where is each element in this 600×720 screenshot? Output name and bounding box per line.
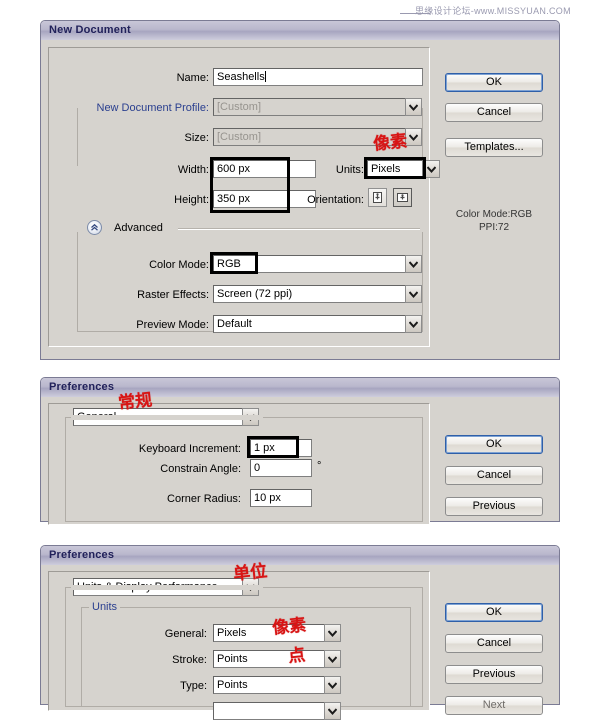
orientation-label: Orientation:: [307, 194, 364, 206]
preferences-units-title: Preferences: [49, 549, 115, 561]
raster-effects-select[interactable]: Screen (72 ppi): [213, 285, 406, 303]
units-chevron-down-icon[interactable]: [423, 160, 440, 178]
units-stroke-select[interactable]: Points: [213, 650, 325, 668]
units-general-chevron-down-icon[interactable]: [324, 624, 341, 642]
screenshot-root: 思缘设计论坛-www.MISSYUAN.COM New Document Nam…: [0, 0, 600, 720]
units-stroke-label: Stroke:: [172, 654, 207, 666]
new-document-profile-label: New Document Profile:: [96, 102, 210, 114]
annotation-points-units: 点: [287, 645, 307, 667]
annotation-general: 常规: [117, 390, 154, 414]
preferences-units-next-button[interactable]: Next: [445, 696, 543, 715]
constrain-angle-input[interactable]: 0: [250, 459, 312, 477]
units-group-title: Units: [89, 601, 121, 613]
profile-bracket-right: [422, 108, 423, 166]
group-frame-mask: [71, 415, 263, 420]
preferences-general-title: Preferences: [49, 381, 115, 393]
preferences-units-cancel-button[interactable]: Cancel: [445, 634, 543, 653]
units-next-row-select[interactable]: [213, 702, 325, 720]
corner-radius-input[interactable]: 10 px: [250, 489, 312, 507]
orientation-landscape-button[interactable]: [393, 188, 412, 207]
units-label: Units:: [335, 164, 364, 176]
portrait-page-icon: [373, 192, 382, 203]
units-type-label: Type:: [180, 680, 207, 692]
preview-mode-chevron-down-icon[interactable]: [405, 315, 422, 333]
units-type-select[interactable]: Points: [213, 676, 325, 694]
preferences-general-previous-button[interactable]: Previous: [445, 497, 543, 516]
units-select[interactable]: Pixels: [367, 160, 423, 178]
name-label: Name:: [176, 72, 209, 84]
new-document-cancel-button[interactable]: Cancel: [445, 103, 543, 122]
preferences-units-previous-button[interactable]: Previous: [445, 665, 543, 684]
orientation-portrait-button[interactable]: [368, 188, 387, 207]
new-document-templates-button[interactable]: Templates...: [445, 138, 543, 157]
height-input[interactable]: 350 px: [213, 190, 288, 208]
size-label: Size:: [184, 132, 209, 144]
annotation-pixels-units: 像素: [271, 615, 308, 639]
color-mode-select[interactable]: RGB: [213, 255, 406, 273]
advanced-separator: [178, 228, 420, 230]
preferences-general-ok-button[interactable]: OK: [445, 435, 543, 454]
preferences-units-ok-button[interactable]: OK: [445, 603, 543, 622]
color-mode-chevron-down-icon[interactable]: [405, 255, 422, 273]
units-type-chevron-down-icon[interactable]: [324, 676, 341, 694]
raster-effects-chevron-down-icon[interactable]: [405, 285, 422, 303]
units-group-frame-mask: [71, 585, 263, 590]
constrain-angle-label: Constrain Angle:: [160, 463, 241, 475]
color-mode-label: Color Mode:: [149, 259, 209, 271]
width-spinner-slot[interactable]: [287, 160, 316, 178]
units-next-row-chevron-down-icon[interactable]: [324, 702, 341, 720]
preferences-general-body: General Keyboard Increment: 1 px Constra…: [41, 397, 559, 525]
units-general-select[interactable]: Pixels: [213, 624, 325, 642]
width-label: Width:: [177, 164, 209, 176]
corner-radius-label: Corner Radius:: [167, 493, 241, 505]
height-label: Height:: [174, 194, 209, 206]
units-stroke-chevron-down-icon[interactable]: [324, 650, 341, 668]
annotation-pixels-newdoc: 像素: [372, 131, 409, 155]
summary-ppi: PPI:72: [478, 222, 510, 233]
raster-effects-label: Raster Effects:: [137, 289, 209, 301]
new-document-title: New Document: [49, 24, 131, 36]
new-document-profile-select[interactable]: [Custom]: [213, 98, 406, 116]
new-document-dialog: New Document Name: Seashells New Documen…: [40, 20, 560, 360]
preferences-units-titlebar: Preferences: [41, 546, 559, 566]
profile-bracket-left: [77, 108, 78, 166]
annotation-units: 单位: [232, 561, 269, 585]
preview-mode-select[interactable]: Default: [213, 315, 406, 333]
new-document-ok-button[interactable]: OK: [445, 73, 543, 92]
new-document-titlebar: New Document: [41, 21, 559, 41]
width-input[interactable]: 600 px: [213, 160, 288, 178]
landscape-page-icon: [397, 193, 408, 202]
watermark-text: 思缘设计论坛-www.MISSYUAN.COM: [415, 6, 571, 16]
keyboard-increment-label: Keyboard Increment:: [138, 443, 241, 455]
preferences-general-cancel-button[interactable]: Cancel: [445, 466, 543, 485]
size-chevron-down-icon[interactable]: [405, 128, 422, 146]
chevron-double-up-icon: [91, 223, 98, 231]
new-document-body: Name: Seashells New Document Profile: [C…: [41, 40, 559, 359]
new-document-profile-chevron-down-icon[interactable]: [405, 98, 422, 116]
keyboard-increment-input[interactable]: 1 px: [250, 439, 312, 457]
units-general-label: General:: [164, 628, 207, 640]
degree-symbol: °: [317, 460, 322, 472]
summary-color-mode: Color Mode:RGB: [455, 209, 533, 220]
preview-mode-label: Preview Mode:: [136, 319, 209, 331]
name-input[interactable]: Seashells: [213, 68, 423, 86]
